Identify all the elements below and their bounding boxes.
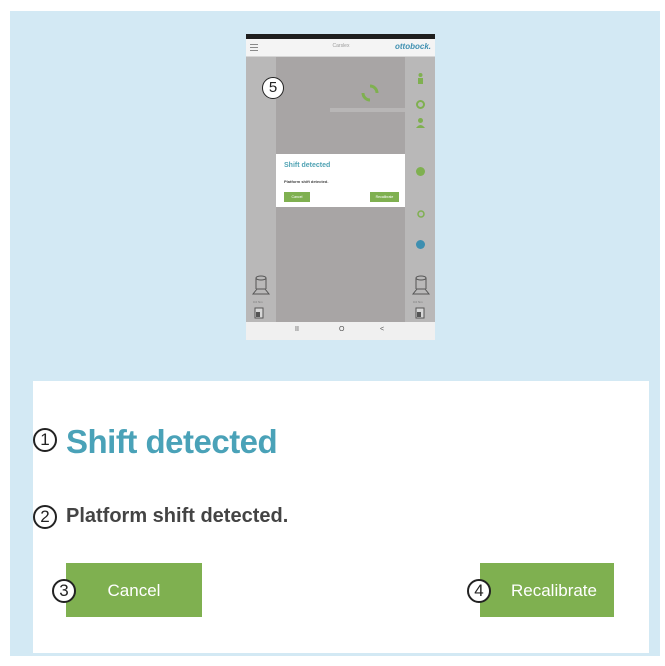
callout-marker-3: 3: [52, 579, 76, 603]
cancel-button[interactable]: Cancel: [66, 563, 202, 617]
callout-marker-2: 2: [33, 505, 57, 529]
right-readout: 0.0 Nm: [413, 300, 423, 304]
user-icon[interactable]: [416, 115, 425, 133]
tablet-screenshot: Carslex ottobock. 0.0 Nm 50 %: [246, 34, 435, 340]
recent-apps-button[interactable]: II: [295, 326, 299, 333]
callout-marker-1: 1: [33, 428, 57, 452]
dialog-title: Shift detected: [66, 423, 278, 460]
mini-dialog-title: Shift detected: [284, 162, 331, 169]
refresh-icon: [361, 84, 379, 102]
progress-placeholder: [330, 108, 410, 112]
right-cylinder-icon: [411, 275, 431, 295]
right-panel: 0.0 Nm 50 %: [405, 57, 435, 325]
rotate-icon[interactable]: [416, 96, 425, 114]
left-cylinder-icon: [251, 275, 271, 295]
app-title: Carslex: [332, 43, 350, 49]
dialog-message: Platform shift detected.: [66, 505, 289, 527]
brand-logo: ottobock.: [395, 42, 431, 51]
home-button[interactable]: O: [339, 326, 344, 333]
left-battery-icon: [254, 307, 264, 319]
callout-marker-4: 4: [467, 579, 491, 603]
camera-icon[interactable]: [416, 167, 425, 176]
mini-shift-dialog: Shift detected Platform shift detected. …: [276, 154, 405, 207]
settings-icon[interactable]: [417, 205, 425, 223]
menu-icon[interactable]: [250, 44, 258, 51]
android-nav-bar: II O <: [246, 322, 435, 340]
recalibrate-button[interactable]: Recalibrate: [480, 563, 614, 617]
person-balance-icon[interactable]: [416, 72, 425, 90]
mini-recalibrate-button[interactable]: Recalibrate: [370, 192, 399, 202]
info-icon[interactable]: [416, 240, 425, 249]
mini-dialog-message: Platform shift detected.: [284, 179, 329, 184]
left-readout: 0.0 Nm: [253, 300, 263, 304]
back-button[interactable]: <: [380, 326, 384, 333]
callout-marker-5: 5: [262, 77, 284, 99]
mini-cancel-button[interactable]: Cancel: [284, 192, 310, 202]
right-battery-icon: [415, 307, 425, 319]
app-bar: Carslex ottobock.: [246, 39, 435, 57]
